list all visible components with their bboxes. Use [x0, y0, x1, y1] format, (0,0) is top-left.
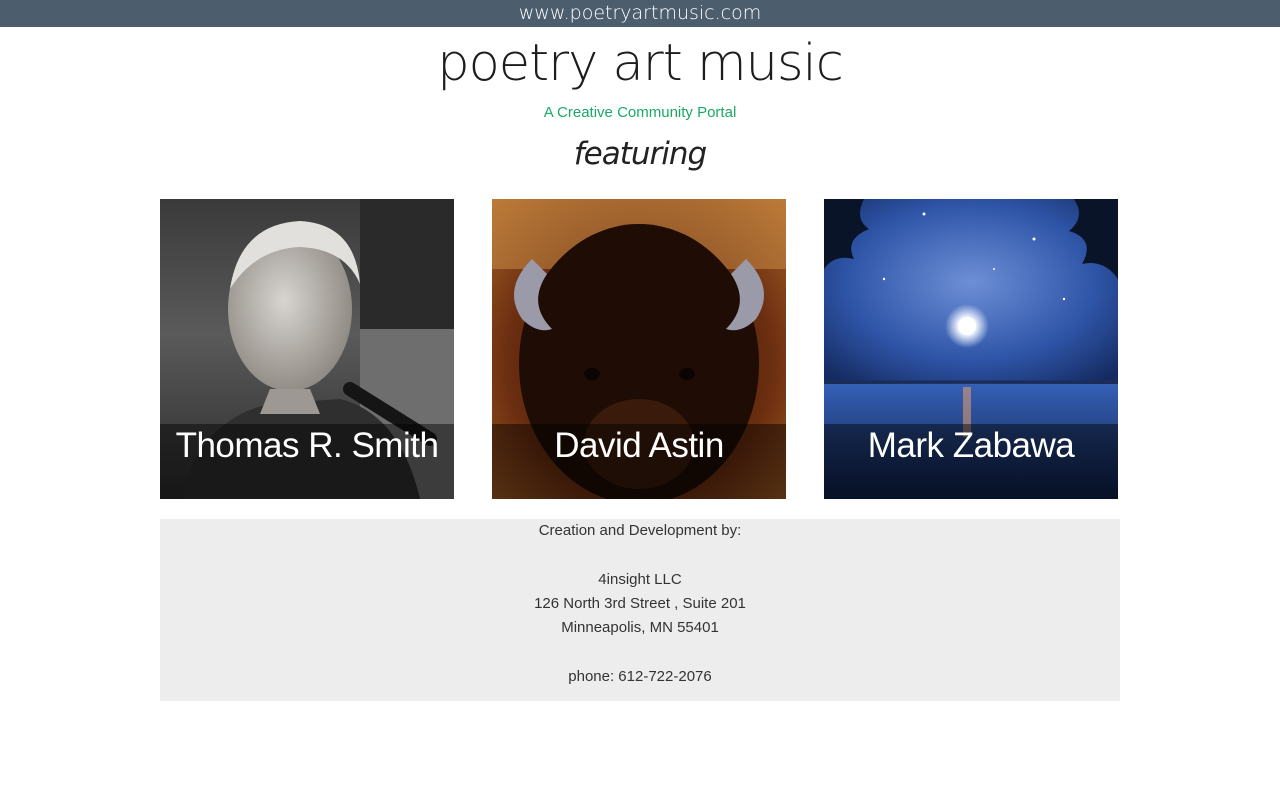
phone-number: phone: 612-722-2076: [568, 668, 712, 685]
tagline: A Creative Community Portal: [0, 103, 1280, 123]
featured-name: David Astin: [554, 426, 724, 465]
tagline-link[interactable]: A Creative Community Portal: [544, 104, 737, 121]
featured-card-mark-zabawa[interactable]: Mark Zabawa: [824, 199, 1118, 499]
featured-card-thomas-smith[interactable]: Thomas R. Smith: [160, 199, 454, 499]
site-title: poetry art music: [437, 34, 844, 93]
featured-card-david-astin[interactable]: David Astin: [492, 199, 786, 499]
address-line-2: Minneapolis, MN 55401: [561, 619, 719, 636]
footer-credits: Creation and Development by: 4insight LL…: [160, 519, 1120, 701]
featured-name: Thomas R. Smith: [175, 426, 439, 465]
credit-heading: Creation and Development by:: [538, 522, 742, 539]
site-url-link[interactable]: www.poetryartmusic.com: [519, 2, 762, 24]
top-bar: www.poetryartmusic.com: [0, 0, 1280, 27]
featured-name: Mark Zabawa: [867, 426, 1075, 465]
address-line-1: 126 North 3rd Street , Suite 201: [534, 595, 746, 612]
company-name: 4insight LLC: [598, 571, 682, 588]
featuring-heading: featuring: [573, 136, 707, 172]
